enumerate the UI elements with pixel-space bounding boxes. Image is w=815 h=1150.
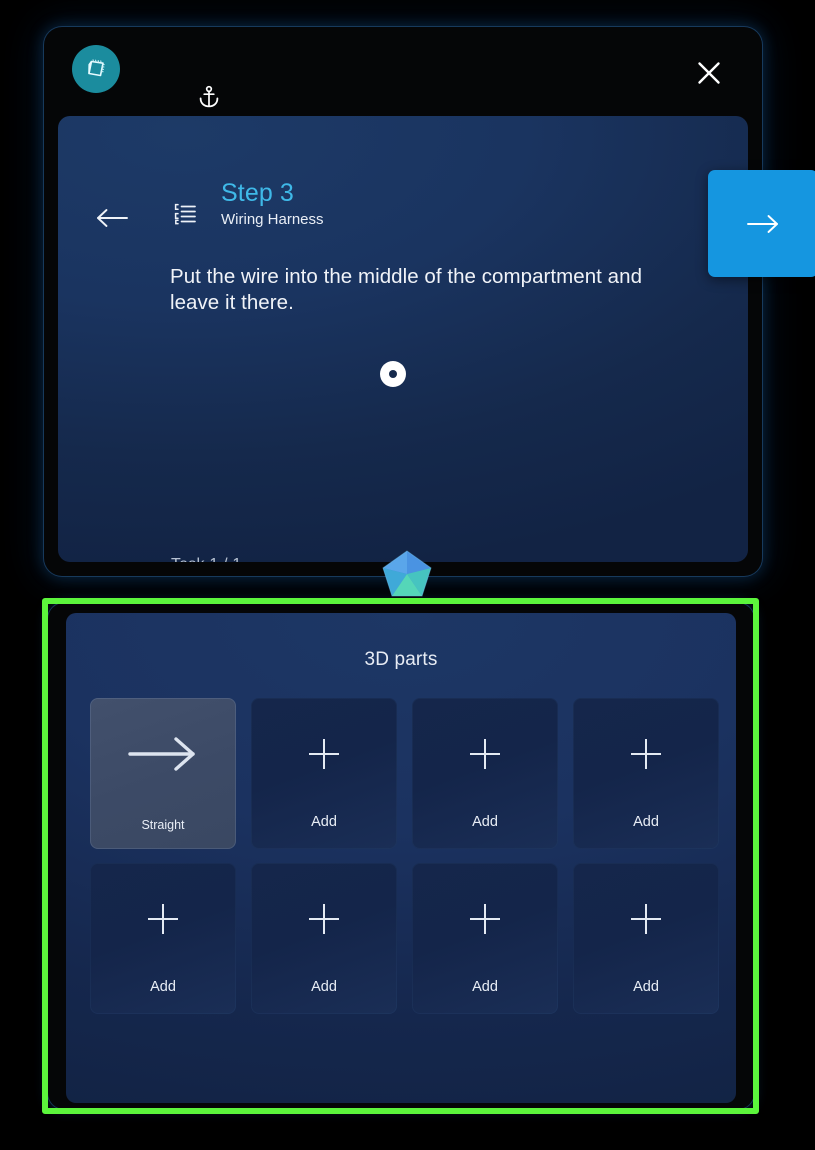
step-subtitle: Wiring Harness — [221, 211, 324, 228]
window-titlebar: Close — [44, 27, 762, 111]
3d-panel-icon[interactable] — [72, 45, 120, 93]
selection-highlight-border — [42, 598, 759, 1114]
step-heading: Step 3 Wiring Harness — [221, 178, 641, 231]
step-instruction-text: Put the wire into the middle of the comp… — [170, 265, 643, 314]
close-button[interactable]: Close — [688, 52, 730, 94]
back-button[interactable] — [90, 196, 134, 240]
step-instruction-window: Close — [44, 27, 815, 576]
step-content-panel: Step 3 Wiring Harness Put the wire into … — [58, 116, 748, 562]
page-title: Step 3 — [221, 179, 294, 207]
anchor-icon[interactable] — [189, 77, 229, 117]
next-button[interactable]: Next — [708, 170, 815, 277]
task-counter: Task 1 / 1 — [171, 556, 241, 562]
task-list-icon — [168, 197, 202, 231]
polyhedron-gem-icon[interactable] — [379, 549, 435, 603]
record-dot-icon — [380, 361, 406, 387]
